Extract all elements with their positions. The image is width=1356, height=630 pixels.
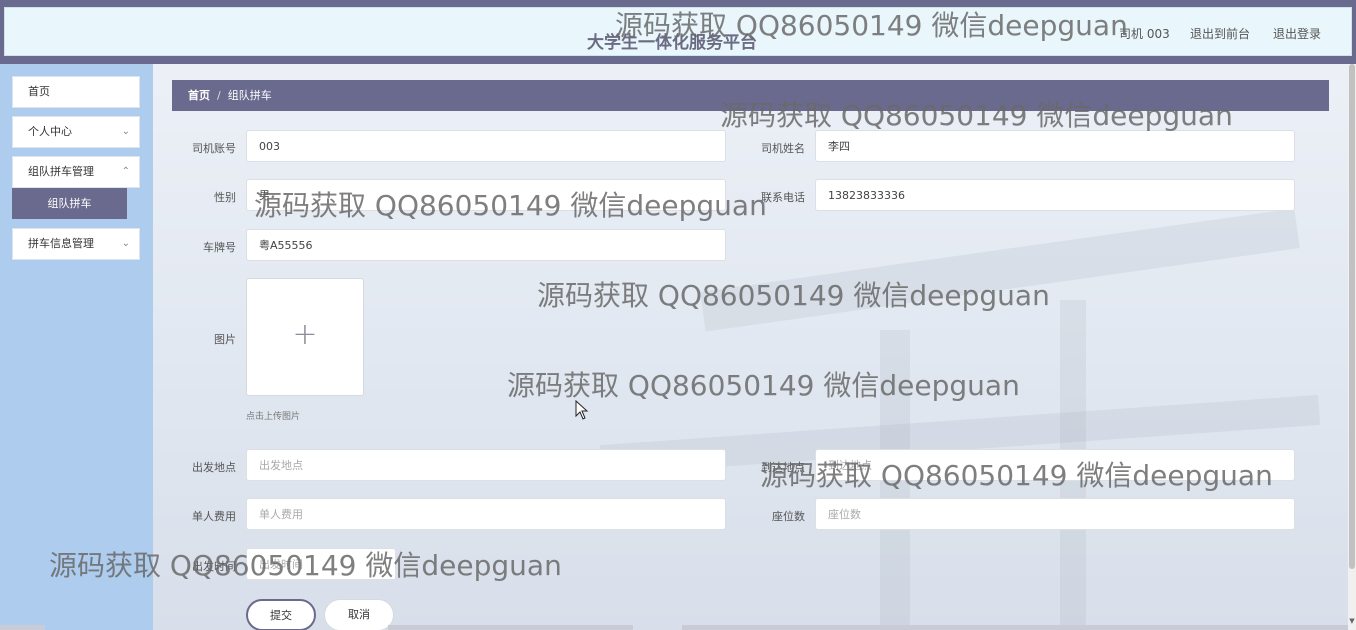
phone-field[interactable] [815, 179, 1295, 211]
seats-label: 座位数 [772, 510, 805, 523]
gender-field[interactable] [246, 179, 726, 211]
chevron-up-icon: ⌃ [121, 166, 130, 177]
scroll-down-icon[interactable]: ▼ [1348, 617, 1356, 625]
driver-name-field[interactable] [815, 130, 1295, 162]
sidebar-item-label: 拼车信息管理 [28, 237, 94, 250]
logout-link[interactable]: 退出登录 [1273, 25, 1321, 42]
sidebar-item-label: 个人中心 [28, 125, 72, 138]
breadcrumb-current: 组队拼车 [227, 89, 272, 102]
breadcrumb: 首页 / 组队拼车 [172, 80, 1329, 111]
bottom-strip [0, 625, 45, 630]
sidebar-item-label: 首页 [28, 85, 50, 98]
depart-time-picker[interactable] [246, 548, 396, 580]
phone-label: 联系电话 [761, 191, 805, 204]
sidebar-item-personal-center[interactable]: 个人中心 ⌄ [12, 116, 140, 148]
sidebar-item-carpool-info-management[interactable]: 拼车信息管理 ⌄ [12, 228, 140, 260]
sidebar-subitem-label: 组队拼车 [47, 197, 92, 210]
sidebar-item-carpool-management[interactable]: 组队拼车管理 ⌃ [12, 156, 140, 188]
cancel-button[interactable]: 取消 [324, 599, 394, 630]
watermark-text: 源码获取 QQ86050149 微信deepguan [507, 369, 1020, 402]
fee-field[interactable] [246, 498, 726, 530]
depart-time-label: 出发时间 [192, 560, 236, 573]
driver-account-label: 司机账号 [192, 142, 236, 155]
bottom-strip [388, 625, 633, 630]
plus-icon: + [292, 317, 318, 352]
mouse-cursor-icon [575, 400, 589, 420]
departure-label: 出发地点 [192, 461, 236, 474]
chevron-down-icon: ⌄ [121, 238, 130, 249]
scrollbar-thumb[interactable] [1349, 64, 1355, 569]
submit-button[interactable]: 提交 [246, 599, 316, 630]
destination-field[interactable] [815, 449, 1295, 481]
breadcrumb-home[interactable]: 首页 [188, 89, 210, 102]
destination-label: 到达地点 [761, 461, 805, 474]
exit-to-frontend-link[interactable]: 退出到前台 [1190, 25, 1250, 42]
upload-hint: 点击上传图片 [246, 412, 301, 422]
sidebar-item-label: 组队拼车管理 [28, 165, 94, 178]
sidebar-item-home[interactable]: 首页 [12, 76, 140, 108]
driver-name-label: 司机姓名 [761, 142, 805, 155]
gender-label: 性别 [214, 191, 236, 204]
plate-label: 车牌号 [203, 241, 236, 254]
bottom-strip [682, 625, 1348, 630]
chevron-down-icon: ⌄ [121, 126, 130, 137]
departure-field[interactable] [246, 449, 726, 481]
sidebar-subitem-carpool[interactable]: 组队拼车 [12, 188, 127, 219]
site-title: 大学生一体化服务平台 [587, 33, 757, 53]
sidebar [0, 64, 153, 630]
plate-number-field[interactable] [246, 229, 726, 261]
breadcrumb-separator: / [217, 89, 221, 102]
seats-field[interactable] [815, 498, 1295, 530]
current-user: 司机 003 [1119, 27, 1170, 41]
fee-label: 单人费用 [192, 510, 236, 523]
page-scrollbar[interactable]: ▼ [1348, 64, 1356, 630]
image-label: 图片 [214, 333, 236, 346]
driver-account-field[interactable] [246, 130, 726, 162]
image-upload-button[interactable]: + [246, 278, 364, 396]
